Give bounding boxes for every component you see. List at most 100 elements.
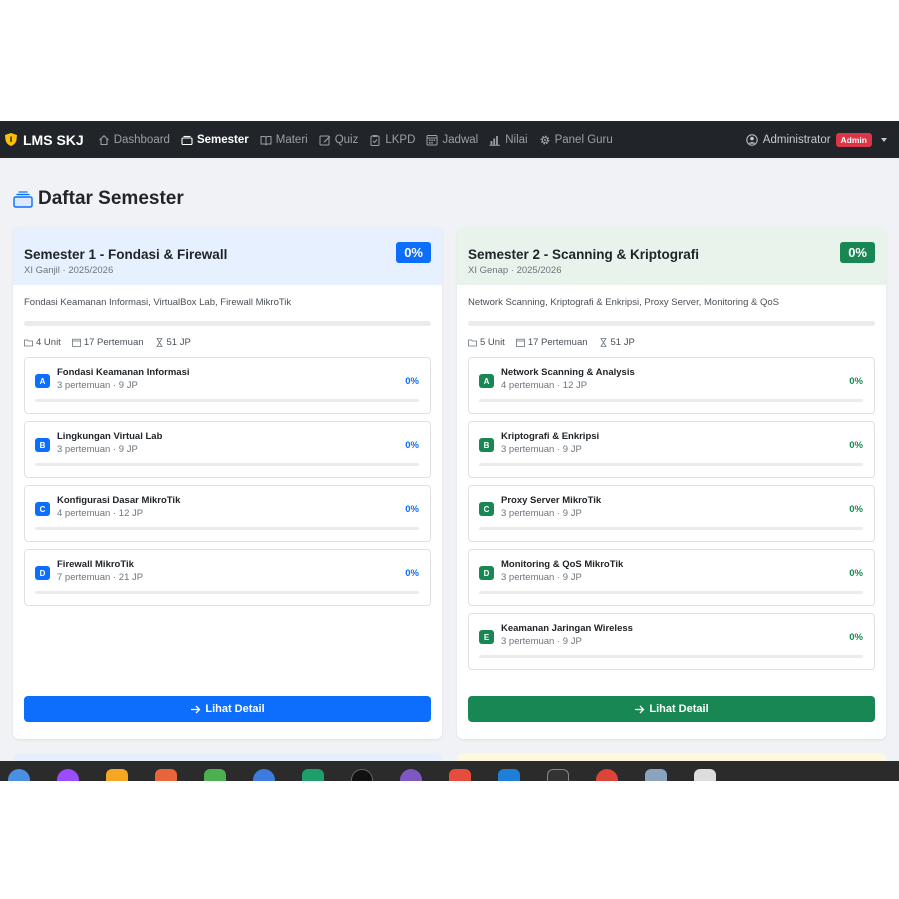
- unit-item[interactable]: E Keamanan Jaringan Wireless 3 pertemuan…: [468, 613, 875, 670]
- nav-label: Nilai: [505, 133, 528, 146]
- clipboard-icon: [370, 134, 380, 146]
- nav-label: LKPD: [385, 133, 416, 146]
- hex-app-icon[interactable]: [204, 769, 226, 781]
- unit-letter-badge: B: [35, 438, 50, 452]
- unit-progress-bar: [479, 399, 863, 402]
- nav-item-lkpd[interactable]: LKPD: [369, 134, 415, 146]
- top-navbar: LMS SKJ Dashboard Semester Materi Quiz L…: [0, 121, 899, 158]
- unit-name: Fondasi Keamanan Informasi: [57, 367, 190, 378]
- unit-letter-badge: A: [479, 374, 494, 388]
- unit-info: 4 pertemuan · 12 JP: [57, 508, 144, 519]
- semester-card-2: Semester 2 - Scanning & Kriptografi XI G…: [457, 227, 886, 739]
- brand[interactable]: LMS SKJ: [5, 132, 84, 148]
- nav-label: Materi: [275, 133, 308, 146]
- unit-name: Network Scanning & Analysis: [501, 367, 635, 378]
- nav-item-quiz[interactable]: Quiz: [319, 134, 358, 146]
- arrow-right-icon: [191, 705, 201, 713]
- unit-letter-badge: A: [35, 374, 50, 388]
- unit-name: Keamanan Jaringan Wireless: [501, 623, 633, 634]
- unit-percent: 0%: [405, 568, 419, 579]
- meta-units: 4 Unit: [24, 337, 61, 348]
- semester-description: Network Scanning, Kriptografi & Enkripsi…: [468, 297, 779, 308]
- unit-info: 3 pertemuan · 9 JP: [501, 636, 582, 647]
- unit-name: Firewall MikroTik: [57, 559, 134, 570]
- unit-info: 3 pertemuan · 9 JP: [501, 572, 582, 583]
- unit-progress-bar: [35, 399, 419, 402]
- meta-hours-text: 51 JP: [166, 337, 191, 348]
- pencil-square-icon: [319, 135, 331, 145]
- page-title-text: Daftar Semester: [38, 188, 184, 209]
- textedit-icon[interactable]: [694, 769, 716, 781]
- unit-percent: 0%: [405, 440, 419, 451]
- meta-meetings: 17 Pertemuan: [71, 337, 144, 348]
- semester-description: Fondasi Keamanan Informasi, VirtualBox L…: [24, 297, 292, 308]
- vscode-icon[interactable]: [498, 769, 520, 781]
- unit-name: Proxy Server MikroTik: [501, 495, 602, 506]
- unit-item[interactable]: C Konfigurasi Dasar MikroTik 4 pertemuan…: [24, 485, 431, 542]
- unit-info: 3 pertemuan · 9 JP: [501, 508, 582, 519]
- meta-units-text: 5 Unit: [480, 337, 505, 348]
- chevron-down-icon: [881, 137, 887, 142]
- nav-item-jadwal[interactable]: Jadwal: [426, 134, 478, 146]
- card-header: Semester 1 - Fondasi & Firewall XI Ganji…: [13, 227, 442, 285]
- unit-item[interactable]: A Network Scanning & Analysis 4 pertemua…: [468, 357, 875, 414]
- unit-progress-bar: [479, 463, 863, 466]
- unit-item[interactable]: D Firewall MikroTik 7 pertemuan · 21 JP …: [24, 549, 431, 606]
- hourglass-icon: [600, 338, 607, 347]
- view-detail-label: Lihat Detail: [649, 703, 709, 715]
- unit-letter-badge: C: [35, 502, 50, 516]
- unit-name: Kriptografi & Enkripsi: [501, 431, 600, 442]
- unit-progress-bar: [35, 591, 419, 594]
- meta-hours-text: 51 JP: [610, 337, 635, 348]
- nav-menu: Dashboard Semester Materi Quiz LKPD Jadw…: [98, 134, 613, 146]
- view-detail-button[interactable]: Lihat Detail: [468, 696, 875, 722]
- terminal-icon[interactable]: [547, 769, 569, 781]
- unit-percent: 0%: [849, 504, 863, 515]
- nav-item-materi[interactable]: Materi: [260, 134, 308, 146]
- stack-icon: [13, 190, 33, 208]
- semester-meta: 4 Unit 17 Pertemuan 51 JP: [13, 326, 442, 348]
- preview-icon[interactable]: [645, 769, 667, 781]
- view-detail-button[interactable]: Lihat Detail: [24, 696, 431, 722]
- unit-progress-bar: [479, 655, 863, 658]
- unit-item[interactable]: B Lingkungan Virtual Lab 3 pertemuan · 9…: [24, 421, 431, 478]
- meta-meetings-text: 17 Pertemuan: [83, 337, 144, 348]
- unit-info: 3 pertemuan · 9 JP: [501, 444, 582, 455]
- unit-letter-badge: D: [479, 566, 494, 580]
- unit-item[interactable]: C Proxy Server MikroTik 3 pertemuan · 9 …: [468, 485, 875, 542]
- browser-viewport: LMS SKJ Dashboard Semester Materi Quiz L…: [0, 121, 899, 781]
- purple-app-icon[interactable]: [400, 769, 422, 781]
- podcast-icon[interactable]: [57, 769, 79, 781]
- shortcuts-icon[interactable]: [253, 769, 275, 781]
- unit-info: 4 pertemuan · 12 JP: [501, 380, 588, 391]
- role-badge: Admin: [835, 132, 872, 147]
- brand-name: LMS SKJ: [23, 131, 84, 148]
- chatgpt-icon[interactable]: [351, 769, 373, 781]
- unit-name: Monitoring & QoS MikroTik: [501, 559, 624, 570]
- nav-item-nilai[interactable]: Nilai: [489, 133, 528, 146]
- unit-progress-bar: [35, 463, 419, 466]
- unit-info: 3 pertemuan · 9 JP: [57, 444, 138, 455]
- finder-icon[interactable]: [8, 769, 30, 781]
- user-menu[interactable]: Administrator Admin: [746, 121, 887, 158]
- chrome-icon[interactable]: [596, 769, 618, 781]
- unit-item[interactable]: A Fondasi Keamanan Informasi 3 pertemuan…: [24, 357, 431, 414]
- meta-units: 5 Unit: [468, 337, 505, 348]
- semester-meta: 5 Unit 17 Pertemuan 51 JP: [457, 326, 886, 348]
- unit-item[interactable]: B Kriptografi & Enkripsi 3 pertemuan · 9…: [468, 421, 875, 478]
- meta-hours: 51 JP: [599, 337, 635, 348]
- orange-app-icon[interactable]: [155, 769, 177, 781]
- nav-item-semester[interactable]: Semester: [181, 134, 249, 146]
- house-icon: [98, 134, 109, 145]
- unit-percent: 0%: [849, 440, 863, 451]
- photos-icon[interactable]: [106, 769, 128, 781]
- nav-item-panel-guru[interactable]: Panel Guru: [539, 134, 613, 146]
- book-icon: [260, 135, 272, 145]
- vscode-green-icon[interactable]: [302, 769, 324, 781]
- color-app-icon[interactable]: [449, 769, 471, 781]
- unit-item[interactable]: D Monitoring & QoS MikroTik 3 pertemuan …: [468, 549, 875, 606]
- nav-label: Panel Guru: [554, 133, 613, 146]
- nav-label: Jadwal: [442, 133, 479, 146]
- meta-meetings-text: 17 Pertemuan: [527, 337, 588, 348]
- nav-item-dashboard[interactable]: Dashboard: [98, 134, 170, 146]
